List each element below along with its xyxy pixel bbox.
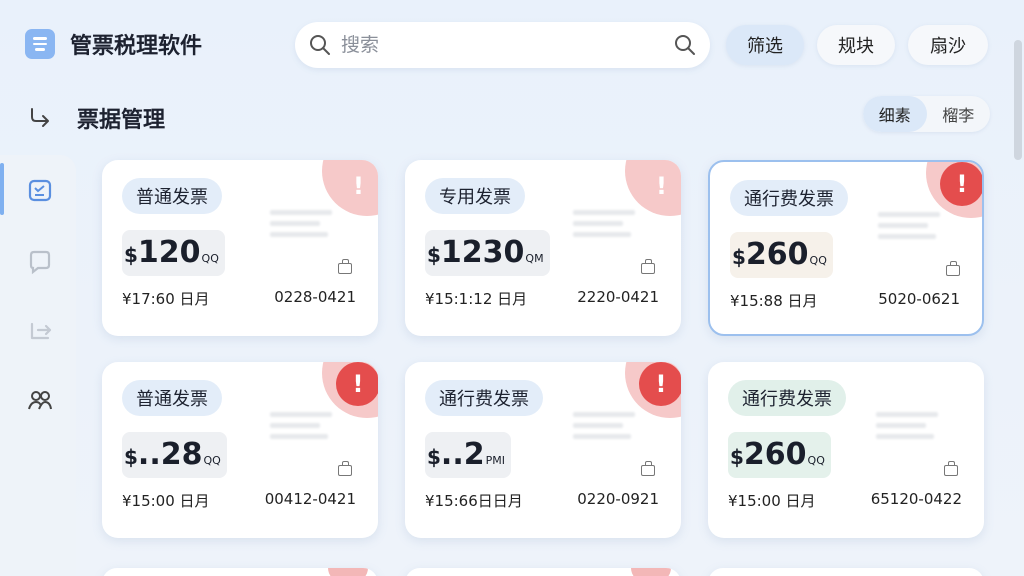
amount-suffix: QM [525,252,544,265]
amount-value: 260 [743,437,807,472]
alert-icon: ! [639,362,681,406]
briefcase-icon[interactable] [946,261,960,276]
briefcase-icon[interactable] [338,461,352,476]
currency-symbol: $ [124,243,138,267]
invoice-date: ¥15:88 日月 [730,292,818,310]
currency-symbol: $ [732,245,746,269]
rail-active-indicator [0,163,4,215]
currency-symbol: $ [427,445,441,469]
card-peek[interactable] [405,568,681,576]
invoice-card[interactable]: ! 通行费发票 $260 QQ ¥15:88 日月 5020-0621 [708,160,984,336]
invoice-amount: $ ..2 PMI [425,432,511,478]
briefcase-icon[interactable] [641,461,655,476]
amount-suffix: QQ [809,254,827,267]
briefcase-icon[interactable] [338,259,352,274]
view-option-1[interactable]: 细素 [863,96,927,132]
invoice-code: 0220-0921 [577,490,659,508]
invoice-date: ¥15:00 日月 [122,492,210,510]
amount-value: 1230 [440,235,525,270]
view-option-2[interactable]: 榴李 [927,96,991,132]
back-arrow-icon[interactable] [28,104,54,130]
chat-icon[interactable] [26,248,54,276]
app-title: 管票税理软件 [70,34,203,59]
amount-value: 260 [745,237,809,272]
search-input[interactable] [341,22,641,68]
amount-value: 120 [137,235,201,270]
invoice-code: 0228-0421 [274,288,356,306]
invoice-type-tag: 普通发票 [122,178,222,214]
amount-suffix: QQ [807,454,825,467]
alert-icon: ! [353,172,364,200]
section-title: 票据管理 [77,108,166,133]
currency-symbol: $ [124,445,138,469]
amount-suffix: QQ [201,252,219,265]
card-peek[interactable] [102,568,378,576]
invoice-code: 2220-0421 [577,288,659,306]
invoice-code: 5020-0621 [878,290,960,308]
amount-suffix: QQ [203,454,221,467]
invoice-amount: $ ..28 QQ [122,432,227,478]
invoice-thumbnail [270,412,332,445]
alert-corner [625,160,681,216]
toolbar-button-a[interactable]: 规块 [817,25,895,65]
invoice-amount: $120 QQ [122,230,225,276]
invoice-date: ¥15:1:12 日月 [425,290,528,308]
search-submit-icon[interactable] [674,34,696,56]
sidebar-rail [0,155,76,576]
currency-symbol: $ [427,243,441,267]
invoice-type-tag: 通行费发票 [730,180,848,216]
alert-icon: ! [940,162,982,206]
invoice-thumbnail [876,412,938,445]
currency-symbol: $ [730,445,744,469]
invoice-code: 00412-0421 [264,490,356,508]
people-icon[interactable] [26,386,54,414]
invoice-type-tag: 通行费发票 [425,380,543,416]
invoice-amount: $260 QQ [730,232,833,278]
invoice-amount: $1230 QM [425,230,550,276]
briefcase-icon[interactable] [944,461,958,476]
invoice-card[interactable]: ! 专用发票 $1230 QM ¥15:1:12 日月 2220-0421 [405,160,681,336]
invoice-type-tag: 专用发票 [425,178,525,214]
toolbar-button-b[interactable]: 扇沙 [908,25,988,65]
amount-value: ..28 [137,437,203,472]
amount-value: ..2 [440,437,485,472]
alert-icon: ! [336,362,378,406]
invoice-code: 65120-0422 [870,490,962,508]
alert-corner [322,160,378,216]
briefcase-icon[interactable] [641,259,655,274]
invoice-card[interactable]: ! 普通发票 $ ..28 QQ ¥15:00 日月 00412-0421 [102,362,378,538]
invoice-thumbnail [573,412,635,445]
calendar-icon[interactable] [26,176,54,204]
invoice-type-tag: 普通发票 [122,380,222,416]
invoice-thumbnail [573,210,635,243]
scrollbar[interactable] [1014,40,1022,160]
search-icon [310,35,330,55]
app-logo-icon [25,29,55,59]
invoice-card[interactable]: 通行费发票 $260 QQ ¥15:00 日月 65120-0422 [708,362,984,538]
invoice-date: ¥17:60 日月 [122,290,210,308]
invoice-date: ¥15:00 日月 [728,492,816,510]
amount-suffix: PMI [485,454,505,467]
invoice-amount: $260 QQ [728,432,831,478]
invoice-card[interactable]: ! 普通发票 $120 QQ ¥17:60 日月 0228-0421 [102,160,378,336]
filter-button[interactable]: 筛选 [726,25,804,65]
view-toggle[interactable]: 细素 榴李 [863,96,990,132]
search-bar[interactable] [295,22,710,68]
card-peek[interactable] [708,568,984,576]
invoice-card[interactable]: ! 通行费发票 $ ..2 PMI ¥15:66日日月 0220-0921 [405,362,681,538]
invoice-type-tag: 通行费发票 [728,380,846,416]
alert-icon: ! [656,172,667,200]
export-icon[interactable] [26,316,54,344]
invoice-date: ¥15:66日日月 [425,492,523,510]
invoice-thumbnail [270,210,332,243]
invoice-thumbnail [878,212,940,245]
